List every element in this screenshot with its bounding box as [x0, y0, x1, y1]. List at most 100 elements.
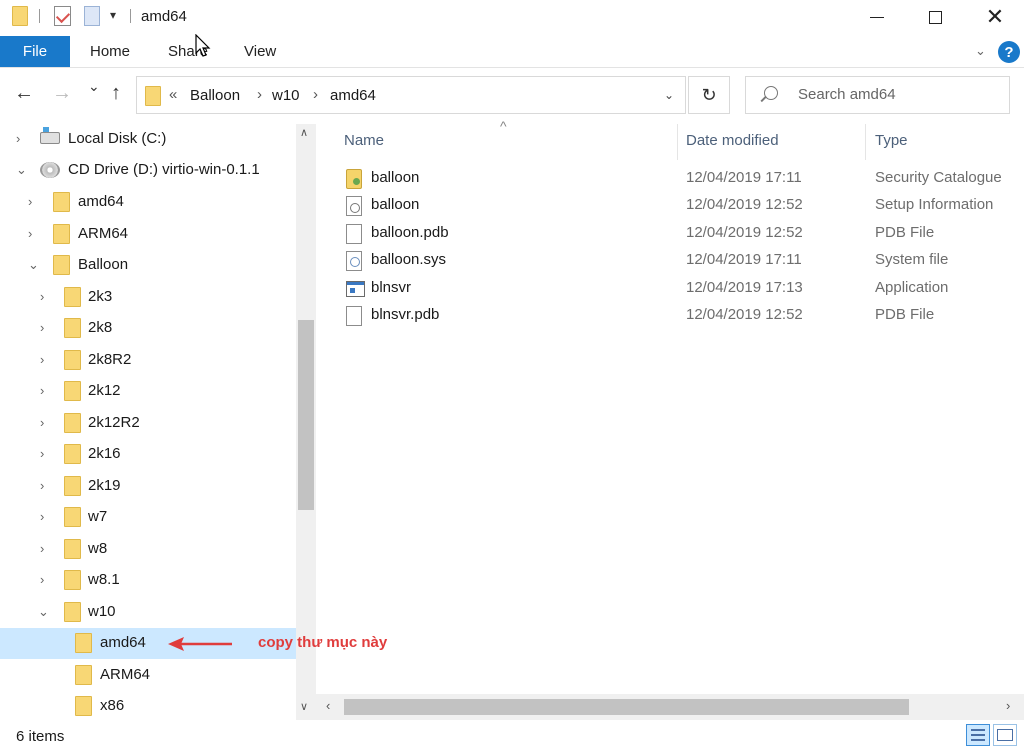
tree-scrollbar[interactable]: ∧ ∨: [296, 124, 316, 720]
file-row[interactable]: balloon 12/04/2019 17:11 Security Catalo…: [316, 165, 1024, 192]
file-date: 12/04/2019 17:11: [686, 169, 802, 186]
folder-icon: [53, 224, 70, 244]
chevron-right-icon[interactable]: ›: [40, 446, 44, 461]
tree-item-w10-x86[interactable]: x86: [0, 691, 296, 720]
chevron-right-icon[interactable]: ›: [40, 478, 44, 493]
breadcrumb-amd64[interactable]: amd64: [330, 87, 376, 104]
tree-item-2k19[interactable]: › 2k19: [0, 471, 296, 502]
tree-item-label: w7: [88, 508, 108, 525]
chevron-right-icon[interactable]: ›: [40, 509, 44, 524]
address-bar[interactable]: « Balloon › w10 › amd64 ⌄: [136, 76, 686, 114]
breadcrumb-overflow[interactable]: «: [169, 86, 177, 103]
tree-item-w7[interactable]: › w7: [0, 502, 296, 533]
chevron-down-icon[interactable]: ⌄: [16, 162, 27, 178]
chevron-down-icon[interactable]: ⌄: [38, 604, 49, 620]
scroll-right-icon[interactable]: ›: [1006, 698, 1010, 713]
scroll-up-icon[interactable]: ∧: [300, 126, 308, 139]
expand-ribbon-icon[interactable]: ⌄: [975, 43, 986, 59]
refresh-button[interactable]: ↻: [688, 76, 730, 114]
tree-item-amd64-root[interactable]: › amd64: [0, 187, 296, 218]
tree-item-2k16[interactable]: › 2k16: [0, 439, 296, 470]
chevron-right-icon[interactable]: ›: [40, 541, 44, 556]
navigation-tree: › Local Disk (C:) ⌄ CD Drive (D:) virtio…: [0, 124, 296, 720]
folder-icon: [75, 665, 92, 685]
folder-icon: [64, 444, 81, 464]
chevron-right-icon[interactable]: ›: [40, 383, 44, 398]
up-button[interactable]: ↑: [111, 82, 121, 105]
back-button[interactable]: ←: [14, 82, 34, 105]
tree-item-2k8[interactable]: › 2k8: [0, 313, 296, 344]
chevron-right-icon[interactable]: ›: [28, 194, 32, 209]
tree-item-w10[interactable]: ⌄ w10: [0, 597, 296, 628]
column-header-type[interactable]: Type: [866, 118, 1024, 164]
tree-item-2k3[interactable]: › 2k3: [0, 282, 296, 313]
tree-item-arm64-root[interactable]: › ARM64: [0, 219, 296, 250]
tree-item-label: w8: [88, 540, 108, 557]
item-count: 6 items: [16, 728, 65, 745]
scrollbar-thumb[interactable]: [298, 320, 314, 510]
tree-item-cd-drive[interactable]: ⌄ CD Drive (D:) virtio-win-0.1.1: [0, 155, 296, 186]
breadcrumb-w10[interactable]: w10: [272, 87, 300, 104]
large-icons-icon: [997, 729, 1013, 741]
tree-item-w8[interactable]: › w8: [0, 534, 296, 565]
address-dropdown-icon[interactable]: ⌄: [664, 88, 674, 102]
quick-access-dropdown-icon[interactable]: ▾: [110, 8, 116, 22]
tree-item-label: 2k16: [88, 445, 121, 462]
file-list-scrollbar[interactable]: ‹ ›: [316, 694, 1024, 720]
minimize-button[interactable]: [848, 0, 906, 34]
file-row[interactable]: blnsvr 12/04/2019 17:13 Application: [316, 275, 1024, 302]
chevron-right-icon[interactable]: ›: [40, 320, 44, 335]
chevron-right-icon[interactable]: ›: [28, 226, 32, 241]
tree-item-label: 2k8: [88, 319, 113, 336]
sort-ascending-icon: ^: [500, 118, 507, 134]
file-date: 12/04/2019 12:52: [686, 196, 803, 213]
tree-item-label: ARM64: [100, 666, 151, 683]
tree-item-2k12r2[interactable]: › 2k12R2: [0, 408, 296, 439]
tree-item-balloon[interactable]: ⌄ Balloon: [0, 250, 296, 281]
column-header-date[interactable]: Date modified: [678, 118, 866, 164]
system-file-icon: [346, 251, 362, 271]
new-folder-icon[interactable]: [84, 6, 100, 26]
file-row[interactable]: balloon 12/04/2019 12:52 Setup Informati…: [316, 192, 1024, 219]
chevron-down-icon[interactable]: ⌄: [28, 257, 39, 273]
details-view-button[interactable]: [966, 724, 990, 746]
search-input[interactable]: [798, 86, 998, 103]
close-button[interactable]: ✕: [966, 0, 1024, 34]
chevron-right-icon[interactable]: ›: [40, 415, 44, 430]
folder-icon: [64, 381, 81, 401]
file-row[interactable]: balloon.sys 12/04/2019 17:11 System file: [316, 247, 1024, 274]
tab-file[interactable]: File: [0, 36, 70, 67]
chevron-right-icon[interactable]: ›: [40, 289, 44, 304]
search-box[interactable]: [745, 76, 1010, 114]
tree-item-2k12[interactable]: › 2k12: [0, 376, 296, 407]
breadcrumb-balloon[interactable]: Balloon: [190, 87, 240, 104]
divider: [130, 9, 131, 23]
breadcrumb-separator[interactable]: ›: [313, 86, 318, 103]
properties-check-icon[interactable]: [54, 6, 71, 26]
breadcrumb-separator[interactable]: ›: [257, 86, 262, 103]
folder-icon: [64, 350, 81, 370]
tree-item-local-disk[interactable]: › Local Disk (C:): [0, 124, 296, 155]
scroll-left-icon[interactable]: ‹: [326, 698, 330, 713]
tree-item-label: Local Disk (C:): [68, 130, 167, 147]
tree-item-2k8r2[interactable]: › 2k8R2: [0, 345, 296, 376]
chevron-right-icon[interactable]: ›: [40, 352, 44, 367]
recent-locations-button[interactable]: ⌄: [88, 78, 100, 95]
large-icons-view-button[interactable]: [993, 724, 1017, 746]
scrollbar-thumb[interactable]: [344, 699, 909, 715]
tree-item-w10-amd64[interactable]: amd64: [0, 628, 296, 659]
maximize-button[interactable]: [906, 0, 964, 34]
forward-button[interactable]: →: [52, 82, 72, 105]
tree-item-w8-1[interactable]: › w8.1: [0, 565, 296, 596]
help-icon[interactable]: ?: [998, 41, 1020, 63]
cd-drive-icon: [40, 162, 60, 178]
tree-item-w10-arm64[interactable]: ARM64: [0, 660, 296, 691]
tab-home[interactable]: Home: [90, 43, 130, 60]
column-header-name[interactable]: ^ Name: [316, 118, 676, 164]
file-row[interactable]: blnsvr.pdb 12/04/2019 12:52 PDB File: [316, 302, 1024, 329]
scroll-down-icon[interactable]: ∨: [300, 700, 308, 713]
tab-view[interactable]: View: [244, 43, 276, 60]
chevron-right-icon[interactable]: ›: [16, 131, 20, 146]
chevron-right-icon[interactable]: ›: [40, 572, 44, 587]
file-row[interactable]: balloon.pdb 12/04/2019 12:52 PDB File: [316, 220, 1024, 247]
